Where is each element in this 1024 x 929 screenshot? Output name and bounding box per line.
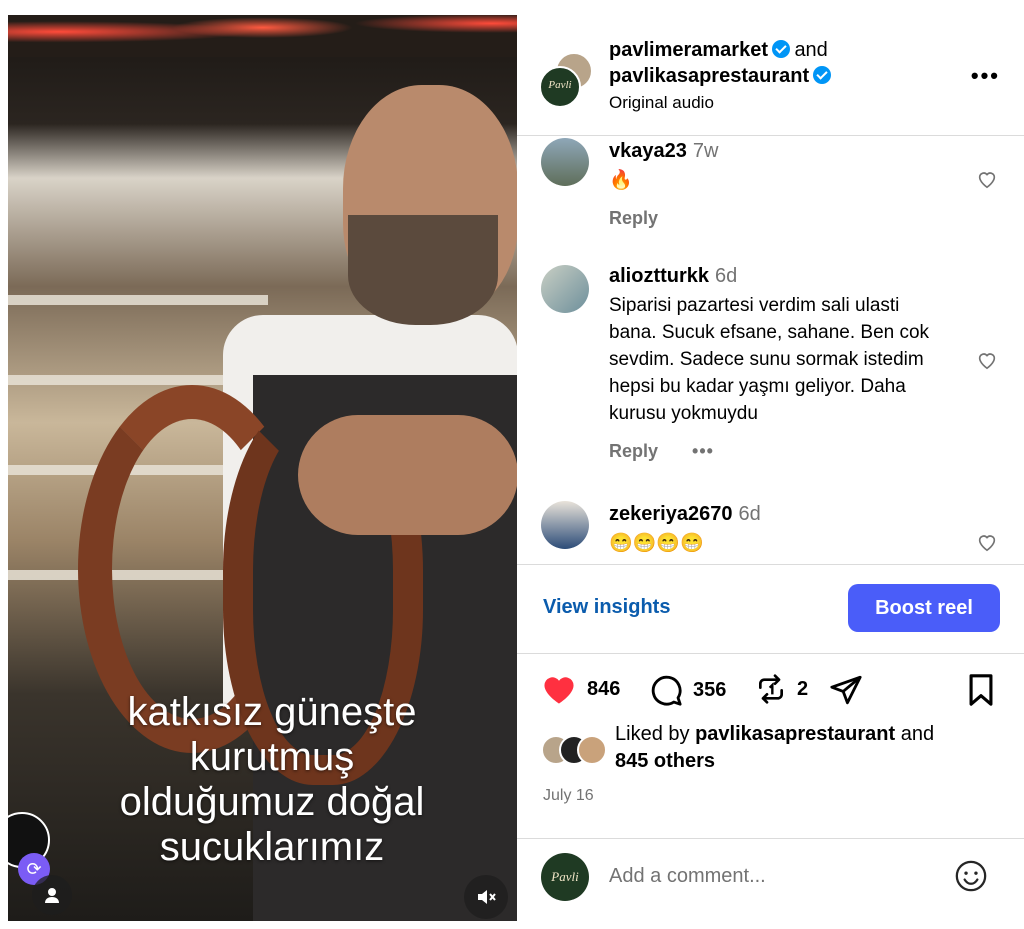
comment-time: 7w <box>692 140 719 162</box>
avatar: Pavli <box>539 66 581 108</box>
boost-reel-button[interactable]: Boost reel <box>848 584 1000 632</box>
comment-count[interactable]: 356 <box>693 679 726 702</box>
action-bar: 846 356 2 <box>517 667 1024 717</box>
reply-button[interactable]: Reply <box>609 441 658 461</box>
tagged-user-button[interactable] <box>32 875 72 915</box>
repost-icon <box>759 674 783 704</box>
caption-line: katkısız güneşte <box>127 690 417 734</box>
repost-action[interactable]: 2 <box>755 673 808 705</box>
verified-icon <box>771 40 790 58</box>
avatar[interactable] <box>541 265 589 313</box>
audio-link[interactable]: Original audio <box>609 91 831 115</box>
avatar <box>577 735 607 765</box>
comment-text: Siparisi pazartesi verdim sali ulasti ba… <box>609 295 930 424</box>
liked-by-text[interactable]: Liked by pavlikasaprestaurant and 845 ot… <box>615 721 1015 775</box>
comment-time: 6d <box>738 503 761 525</box>
repost-count[interactable]: 2 <box>797 678 808 701</box>
view-insights-link[interactable]: View insights <box>543 596 670 619</box>
send-icon <box>830 675 862 705</box>
video-caption: katkısız güneşte kurutmuş olduğumuz doğa… <box>52 690 492 870</box>
comment-icon <box>651 675 682 706</box>
speaker-muted-icon <box>478 890 496 904</box>
caption-line: kurutmuş <box>189 735 355 779</box>
caption-line: sucuklarımız <box>159 825 385 869</box>
like-comment-icon[interactable] <box>976 349 998 371</box>
comment-text: 🔥 <box>609 170 633 191</box>
like-action[interactable]: 846 <box>541 673 620 705</box>
avatar: Pavli <box>541 853 589 901</box>
add-comment-bar: Pavli Add a comment... <box>517 838 1024 922</box>
emoji-icon[interactable] <box>954 859 988 893</box>
neon-sign <box>8 15 517 57</box>
comment-action[interactable]: 356 <box>649 673 726 707</box>
more-options-icon[interactable]: ••• <box>971 63 1000 89</box>
like-comment-icon[interactable] <box>976 531 998 553</box>
person-beard <box>348 215 498 325</box>
post-header: Pavli pavlimeramarket and pavlikasaprest… <box>517 15 1024 136</box>
share-action[interactable] <box>829 673 863 707</box>
avatar[interactable] <box>541 138 589 186</box>
liked-by-mid: and <box>895 723 935 745</box>
comment-actions: Reply ••• <box>609 441 949 462</box>
comment-input[interactable]: Add a comment... <box>609 865 766 888</box>
verified-icon <box>813 66 832 84</box>
save-action[interactable] <box>965 673 997 707</box>
heart-filled-icon <box>544 677 574 704</box>
comment-time: 6d <box>715 265 738 287</box>
liked-by-prefix: Liked by <box>615 723 696 745</box>
and-label: and <box>794 39 828 61</box>
liked-by-others[interactable]: 845 others <box>615 750 715 772</box>
person-icon <box>45 888 59 903</box>
bookmark-icon <box>969 674 993 706</box>
post-date[interactable]: July 16 <box>543 787 594 805</box>
shelf <box>8 295 268 305</box>
person-arm <box>298 415 517 535</box>
collab-avatars[interactable]: Pavli <box>539 52 593 108</box>
reply-button[interactable]: Reply <box>609 208 949 229</box>
like-comment-icon[interactable] <box>976 168 998 190</box>
comment-username[interactable]: vkaya23 <box>609 140 687 162</box>
collab-username[interactable]: pavlikasaprestaurant <box>609 65 809 87</box>
caption-line: olduğumuz doğal <box>119 780 425 824</box>
collab-username[interactable]: pavlimeramarket <box>609 39 768 61</box>
mute-button[interactable] <box>464 875 508 919</box>
comment-username[interactable]: zekeriya2670 <box>609 503 732 525</box>
avatar[interactable] <box>541 501 589 549</box>
reel-video[interactable]: katkısız güneşte kurutmuş olduğumuz doğa… <box>8 15 517 921</box>
comment-more-icon[interactable]: ••• <box>692 441 714 461</box>
comment-text: 😁😁😁😁 <box>609 533 704 554</box>
liked-by-user[interactable]: pavlikasaprestaurant <box>695 723 895 745</box>
post-panel: Pavli pavlimeramarket and pavlikasaprest… <box>517 15 1024 921</box>
insights-row: View insights Boost reel <box>517 564 1024 654</box>
like-count[interactable]: 846 <box>587 678 620 701</box>
comment-username[interactable]: alioztturkk <box>609 265 709 287</box>
